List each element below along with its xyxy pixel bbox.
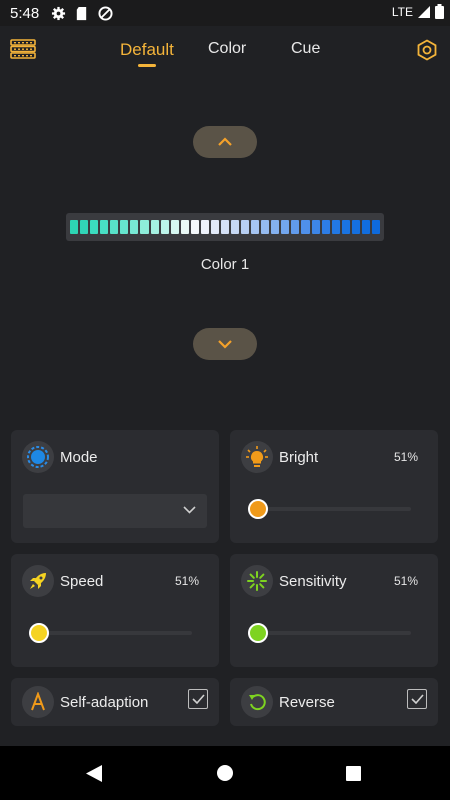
- status-time: 5:48: [10, 5, 40, 22]
- color-label: Color 1: [200, 256, 250, 273]
- led-segment: [130, 220, 139, 234]
- bulb-icon: [241, 441, 273, 473]
- reverse-title: Reverse: [279, 694, 335, 711]
- chevron-down-icon: [183, 506, 196, 514]
- led-segment: [180, 220, 189, 234]
- led-segment: [361, 220, 370, 234]
- sensitivity-icon: [241, 565, 273, 597]
- signal-icon: [418, 5, 430, 18]
- status-bar: 5:48 LTE: [0, 0, 450, 26]
- gear-icon: [51, 6, 66, 21]
- speed-title: Speed: [60, 573, 104, 590]
- led-segment: [271, 220, 280, 234]
- led-segment: [200, 220, 209, 234]
- settings-icon[interactable]: [416, 39, 438, 61]
- bright-value: 51%: [393, 450, 418, 464]
- led-segment: [261, 220, 270, 234]
- back-icon[interactable]: [86, 765, 102, 782]
- led-segment: [301, 220, 310, 234]
- speed-slider-track[interactable]: [40, 631, 192, 635]
- self-adaption-title: Self-adaption: [60, 694, 149, 711]
- led-strip-preview: [66, 213, 384, 241]
- home-icon[interactable]: [217, 765, 233, 781]
- bright-title: Bright: [279, 449, 319, 466]
- reverse-card[interactable]: Reverse: [230, 678, 438, 726]
- chevron-up-icon: [218, 137, 232, 146]
- led-segment: [140, 220, 149, 234]
- led-segment: [251, 220, 260, 234]
- led-segment: [210, 220, 219, 234]
- speed-card: Speed 51%: [11, 554, 219, 667]
- sensitivity-title: Sensitivity: [279, 573, 347, 590]
- bright-slider-thumb[interactable]: [248, 499, 268, 519]
- led-segment: [311, 220, 320, 234]
- sensitivity-slider-thumb[interactable]: [248, 623, 268, 643]
- speed-slider-thumb[interactable]: [29, 623, 49, 643]
- bright-slider-track[interactable]: [259, 507, 411, 511]
- self-adaption-checkbox[interactable]: [188, 689, 208, 709]
- tab-cue[interactable]: Cue: [291, 40, 320, 58]
- led-segment: [341, 220, 350, 234]
- recents-icon[interactable]: [346, 766, 361, 781]
- top-bar: Default Color Cue: [0, 26, 450, 76]
- led-segment: [160, 220, 169, 234]
- checkmark-icon: [191, 694, 205, 704]
- mode-title: Mode: [60, 449, 98, 466]
- led-segment: [90, 220, 99, 234]
- device-list-icon[interactable]: [10, 38, 36, 60]
- mode-select[interactable]: [23, 494, 207, 528]
- battery-icon: [435, 4, 444, 19]
- tab-default[interactable]: Default: [120, 40, 174, 60]
- tab-color[interactable]: Color: [208, 40, 246, 58]
- data-saver-icon: [98, 6, 113, 21]
- next-color-button[interactable]: [193, 328, 257, 360]
- sd-card-icon: [76, 6, 87, 21]
- network-type: LTE: [391, 4, 413, 19]
- chevron-down-icon: [218, 340, 232, 349]
- status-indicators: LTE: [392, 4, 444, 19]
- led-segment: [150, 220, 159, 234]
- sensitivity-slider-track[interactable]: [259, 631, 411, 635]
- led-segment: [371, 220, 380, 234]
- led-segment: [281, 220, 290, 234]
- led-segment: [120, 220, 129, 234]
- letter-a-icon: [22, 686, 54, 718]
- mode-icon: [22, 441, 54, 473]
- reverse-icon: [241, 686, 273, 718]
- reverse-checkbox[interactable]: [407, 689, 427, 709]
- led-segment: [70, 220, 79, 234]
- bright-card: Bright 51%: [230, 430, 438, 543]
- self-adaption-card[interactable]: Self-adaption: [11, 678, 219, 726]
- led-segment: [100, 220, 109, 234]
- led-segment: [110, 220, 119, 234]
- sensitivity-value: 51%: [393, 574, 418, 588]
- led-segment: [321, 220, 330, 234]
- sensitivity-card: Sensitivity 51%: [230, 554, 438, 667]
- led-segment: [190, 220, 199, 234]
- navigation-bar: [0, 746, 450, 800]
- led-segment: [241, 220, 250, 234]
- led-segment: [170, 220, 179, 234]
- led-segment: [220, 220, 229, 234]
- led-segment: [291, 220, 300, 234]
- led-segment: [351, 220, 360, 234]
- checkmark-icon: [410, 694, 424, 704]
- mode-card: Mode: [11, 430, 219, 543]
- rocket-icon: [22, 565, 54, 597]
- led-segment: [331, 220, 340, 234]
- led-segment: [231, 220, 240, 234]
- led-segment: [80, 220, 89, 234]
- speed-value: 51%: [174, 574, 199, 588]
- active-tab-indicator: [138, 64, 156, 67]
- previous-color-button[interactable]: [193, 126, 257, 158]
